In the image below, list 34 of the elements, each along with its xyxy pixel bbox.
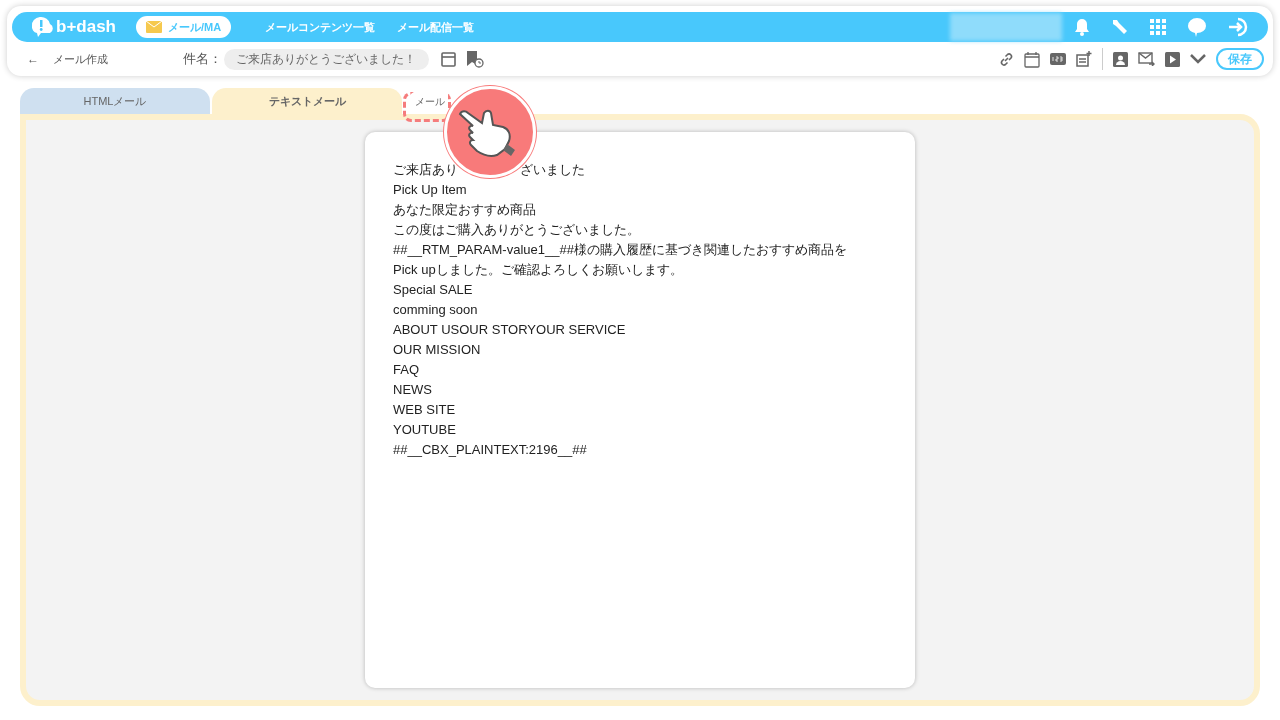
calendar-icon[interactable] (1024, 50, 1040, 68)
tab[interactable]: HTMLメール (20, 88, 210, 114)
body-text-line: comming soon (393, 301, 478, 319)
schedule-icon[interactable] (466, 50, 484, 68)
logo-text: b+dash (56, 16, 117, 39)
window-icon[interactable] (441, 51, 456, 67)
subject-label: 件名： (183, 50, 222, 69)
body-text-line: NEWS (393, 381, 432, 399)
body-text-line: Special SALE (393, 281, 473, 299)
body-text-line: ご来店あり (393, 161, 458, 179)
body-text-line: ##__CBX_PLAINTEXT:2196__## (393, 441, 587, 459)
mail-forward-icon[interactable] (1138, 52, 1155, 66)
number-icon[interactable] (1050, 53, 1066, 65)
body-text-line: FAQ (393, 361, 419, 379)
body-text-line: ##__RTM_PARAM-value1__##様の購入履歴に基づき関連したおすすめ商品を (393, 241, 847, 259)
body-text-line: ABOUT USOUR STORYOUR SERVICE (393, 321, 626, 339)
body-text-line: あなた限定おすすめ商品 (393, 201, 536, 219)
body-text-line: OUR MISSION (393, 341, 481, 359)
mail-icon (146, 21, 162, 33)
contact-icon[interactable] (1113, 51, 1128, 67)
body-text-line: Pick upしました。ご確認よろしくお願いします。 (393, 261, 683, 279)
tab[interactable]: テキストメール (212, 88, 402, 114)
play-icon[interactable] (1165, 51, 1180, 67)
subject-field[interactable]: ご来店ありがとうございました！ (224, 48, 429, 70)
body-text-line: ざいました (520, 161, 585, 179)
back-button[interactable]: ← (27, 50, 39, 68)
add-note-icon[interactable] (1076, 51, 1092, 67)
body-text-line: この度はご購入ありがとうございました。 (393, 221, 640, 239)
page-title: メール作成 (53, 51, 109, 67)
body-text-line: WEB SITE (393, 401, 456, 419)
body-text-line: YOUTUBE (393, 421, 456, 439)
body-text-line: Pick Up Item (393, 181, 467, 199)
chevron-down-icon[interactable] (1190, 54, 1206, 64)
link-icon[interactable] (999, 51, 1014, 67)
